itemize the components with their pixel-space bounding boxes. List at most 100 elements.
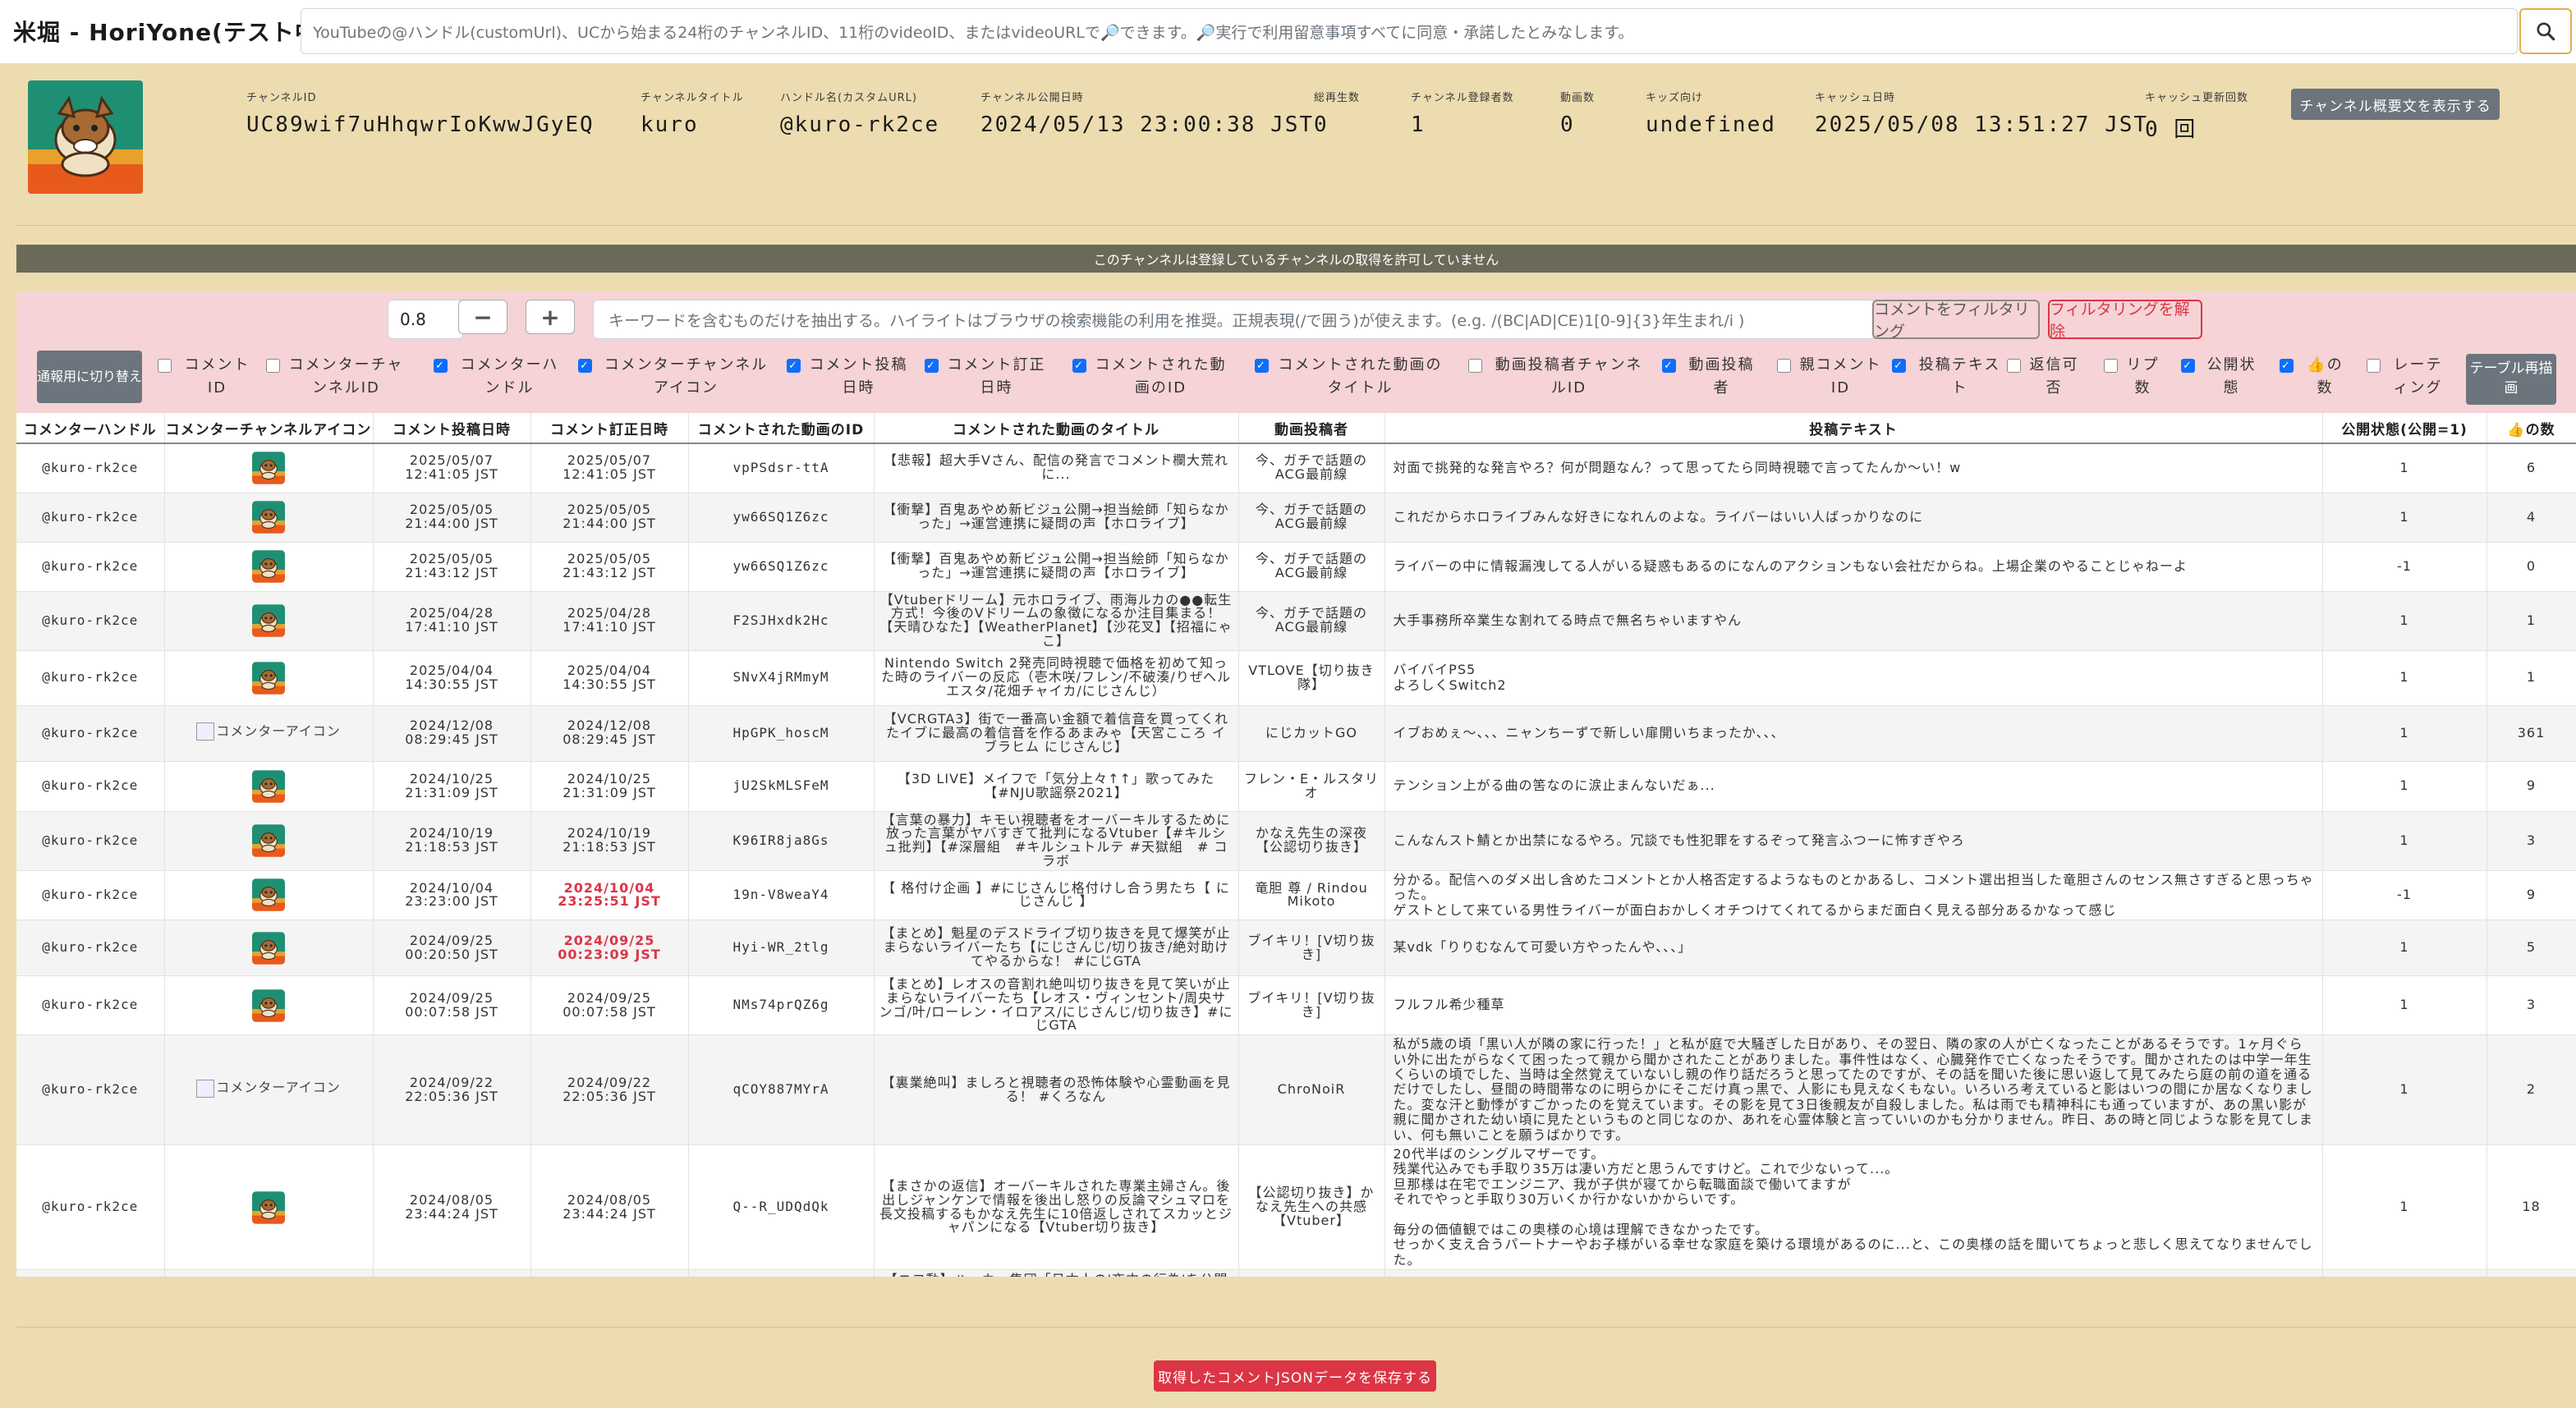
video-title-cell[interactable]: 【3D LIVE】メイフで「気分上々↑↑」歌ってみた【#NJU歌謡祭2021】	[874, 761, 1239, 812]
column-checkbox[interactable]: コメンターチャンネルID	[266, 354, 406, 400]
keyword-input[interactable]: キーワードを含むものだけを抽出する。ハイライトはブラウザの検索機能の利用を推奨。…	[593, 300, 1876, 339]
column-checkbox[interactable]: 動画投稿者チャンネルID	[1468, 354, 1649, 400]
uploader-cell[interactable]: 2ch面白いスレまとめイッチーズ	[1238, 1269, 1385, 1277]
column-header[interactable]: 動画投稿者	[1238, 413, 1385, 444]
video-title-cell[interactable]: 【VCRGTA3】街で一番高い金額で着信音を買ってくれたイブに最高の着信音を作る…	[874, 705, 1239, 762]
column-checkbox[interactable]: レーティング	[2367, 354, 2449, 400]
video-id-cell[interactable]: HpGPK_hoscM	[688, 705, 875, 762]
column-header[interactable]: コメントされた動画のID	[688, 413, 875, 444]
column-checkbox[interactable]: 投稿テキスト	[1892, 354, 2007, 400]
video-title-cell[interactable]: 【裏業絶叫】ましろと視聴者の恐怖体験や心霊動画を見る！ #くろなん	[874, 1034, 1239, 1145]
commenter-handle-cell[interactable]: @kuro-rk2ce	[16, 1144, 165, 1271]
column-checkbox[interactable]: コメント投稿日時	[787, 354, 910, 400]
uploader-cell[interactable]: ブイキリ！[V切り抜き]	[1238, 975, 1385, 1036]
column-checkbox[interactable]: コメントID	[158, 354, 256, 400]
commenter-handle-cell[interactable]: @kuro-rk2ce	[16, 443, 165, 493]
video-id-cell[interactable]: yw66SQ1Z6zc	[688, 493, 875, 543]
video-title-cell[interactable]: 【まとめ】魁星のデスドライブ切り抜きを見て爆笑が止まらないライバーたち【にじさん…	[874, 920, 1239, 977]
video-id-cell[interactable]: F2SJHxdk2Hc	[688, 591, 875, 651]
search-button[interactable]	[2519, 8, 2572, 54]
column-header[interactable]: コメント訂正日時	[530, 413, 689, 444]
video-title-cell[interactable]: 【悲報】超大手Vさん、配信の発言でコメント欄大荒れに...	[874, 443, 1239, 493]
commenter-handle-cell[interactable]: @kuro-rk2ce	[16, 591, 165, 651]
commenter-handle-cell[interactable]: @kuro-rk2ce	[16, 542, 165, 592]
commenter-handle-cell[interactable]: @kuro-rk2ce	[16, 1269, 165, 1277]
video-title-cell[interactable]: 【まとめ】レオスの音割れ絶叫切り抜きを見て笑いが止まらないライバーたち【レオス・…	[874, 975, 1239, 1036]
commenter-handle-cell[interactable]: @kuro-rk2ce	[16, 650, 165, 706]
column-checkbox[interactable]: コメンターチャンネルアイコン	[578, 354, 774, 400]
checkbox-box[interactable]	[1892, 359, 1906, 373]
uploader-cell[interactable]: フレン・E・ルスタリオ	[1238, 761, 1385, 812]
commenter-handle-cell[interactable]: @kuro-rk2ce	[16, 705, 165, 762]
uploader-cell[interactable]: VTLOVE【切り抜き隊】	[1238, 650, 1385, 706]
decrease-button[interactable]: −	[458, 300, 507, 334]
commenter-handle-cell[interactable]: @kuro-rk2ce	[16, 761, 165, 812]
uploader-cell[interactable]: ChroNoiR	[1238, 1034, 1385, 1145]
commenter-handle-cell[interactable]: @kuro-rk2ce	[16, 870, 165, 921]
uploader-cell[interactable]: 今、ガチで話題の ACG最前線	[1238, 591, 1385, 651]
uploader-cell[interactable]: かなえ先生の深夜【公認切り抜き】	[1238, 811, 1385, 871]
column-header[interactable]: 公開状態(公開=1)	[2322, 413, 2487, 444]
video-id-cell[interactable]: 19n-V8weaY4	[688, 870, 875, 921]
uploader-cell[interactable]: にじカットGO	[1238, 705, 1385, 762]
video-title-cell[interactable]: 【Vtuberドリーム】元ホロライブ、雨海ルカの●●転生方式！今後のVドリームの…	[874, 591, 1239, 651]
video-id-cell[interactable]: jU2SkMLSFeM	[688, 761, 875, 812]
uploader-cell[interactable]: 今、ガチで話題の ACG最前線	[1238, 542, 1385, 592]
commenter-handle-cell[interactable]: @kuro-rk2ce	[16, 1034, 165, 1145]
video-id-cell[interactable]: SNvX4jRMmyM	[688, 650, 875, 706]
uploader-cell[interactable]: 今、ガチで話題の ACG最前線	[1238, 443, 1385, 493]
clear-filter-button[interactable]: フィルタリングを解除	[2048, 300, 2202, 341]
video-id-cell[interactable]: Q--R_UDQdQk	[688, 1144, 875, 1271]
video-id-cell[interactable]: vpPSdsr-ttA	[688, 443, 875, 493]
checkbox-box[interactable]	[925, 359, 939, 373]
uploader-cell[interactable]: ブイキリ！[V切り抜き]	[1238, 920, 1385, 977]
commenter-handle-cell[interactable]: @kuro-rk2ce	[16, 493, 165, 543]
checkbox-box[interactable]	[1777, 359, 1791, 373]
commenter-handle-cell[interactable]: @kuro-rk2ce	[16, 975, 165, 1036]
checkbox-box[interactable]	[2367, 359, 2381, 373]
redraw-table-button[interactable]: テーブル再描画	[2466, 354, 2556, 405]
checkbox-box[interactable]	[787, 359, 801, 373]
checkbox-box[interactable]	[434, 359, 448, 373]
video-title-cell[interactable]: 【言葉の暴力】キモい視聴者をオーバーキルするために放った言葉がヤバすぎて批判にな…	[874, 811, 1239, 871]
increase-button[interactable]: +	[526, 300, 575, 334]
search-input[interactable]: YouTubeの@ハンドル(customUrl)、UCから始まる24桁のチャンネ…	[301, 8, 2518, 54]
checkbox-box[interactable]	[2007, 359, 2021, 373]
video-id-cell[interactable]: K96IR8ja8Gs	[688, 811, 875, 871]
column-checkbox[interactable]: 公開状態	[2181, 354, 2261, 400]
column-checkbox[interactable]: コメントされた動画のタイトル	[1255, 354, 1445, 400]
video-title-cell[interactable]: 【衝撃】百鬼あやめ新ビジュ公開→担当絵師「知らなかった」→運営連携に疑問の声【ホ…	[874, 493, 1239, 543]
checkbox-box[interactable]	[1072, 359, 1086, 373]
column-header[interactable]: コメント投稿日時	[373, 413, 531, 444]
video-id-cell[interactable]: tMiM9LW6d34	[688, 1269, 875, 1277]
video-id-cell[interactable]: NMs74prQZ6g	[688, 975, 875, 1036]
threshold-input[interactable]: 0.8	[388, 300, 463, 339]
column-checkbox[interactable]: コメント訂正日時	[925, 354, 1048, 400]
checkbox-box[interactable]	[2104, 359, 2118, 373]
video-title-cell[interactable]: 【衝撃】百鬼あやめ新ビジュ公開→担当絵師「知らなかった」→運営連携に疑問の声【ホ…	[874, 542, 1239, 592]
uploader-cell[interactable]: 竜胆 尊 / Rindou Mikoto	[1238, 870, 1385, 921]
column-checkbox[interactable]: リプ数	[2104, 354, 2161, 400]
commenter-handle-cell[interactable]: @kuro-rk2ce	[16, 920, 165, 977]
show-description-button[interactable]: チャンネル概要文を表示する	[2291, 89, 2500, 120]
filter-comments-button[interactable]: コメントをフィルタリング	[1872, 300, 2040, 341]
video-title-cell[interactable]: 【ニコ動】ハッカー集団「日本人の'夜中の行為'を公開する」→日本人、ほぼノーダメ…	[874, 1269, 1239, 1277]
video-title-cell[interactable]: Nintendo Switch 2発売同時視聴で価格を初めて知った時のライバーの…	[874, 650, 1239, 706]
checkbox-box[interactable]	[2280, 359, 2294, 373]
uploader-cell[interactable]: 今、ガチで話題の ACG最前線	[1238, 493, 1385, 543]
checkbox-box[interactable]	[578, 359, 592, 373]
column-checkbox[interactable]: 動画投稿者	[1662, 354, 1761, 400]
video-title-cell[interactable]: 【まさかの返信】オーバーキルされた専業主婦さん。後出しジャンケンで情報を後出し怒…	[874, 1144, 1239, 1271]
video-id-cell[interactable]: qCOY887MYrA	[688, 1034, 875, 1145]
checkbox-box[interactable]	[266, 359, 280, 373]
column-checkbox[interactable]: コメントされた動画のID	[1072, 354, 1228, 400]
column-header[interactable]: コメントされた動画のタイトル	[874, 413, 1239, 444]
report-mode-toggle[interactable]: 通報用に切り替え	[37, 351, 142, 403]
checkbox-box[interactable]	[158, 359, 172, 373]
checkbox-box[interactable]	[2181, 359, 2195, 373]
checkbox-box[interactable]	[1662, 359, 1676, 373]
column-checkbox[interactable]: コメンターハンドル	[434, 354, 565, 400]
save-json-button[interactable]: 取得したコメントJSONデータを保存する	[1154, 1360, 1436, 1392]
video-id-cell[interactable]: Hyi-WR_2tlg	[688, 920, 875, 977]
video-title-cell[interactable]: 【 格付け企画 】#にじさんじ格付けし合う男たち【 にじさんじ 】	[874, 870, 1239, 921]
